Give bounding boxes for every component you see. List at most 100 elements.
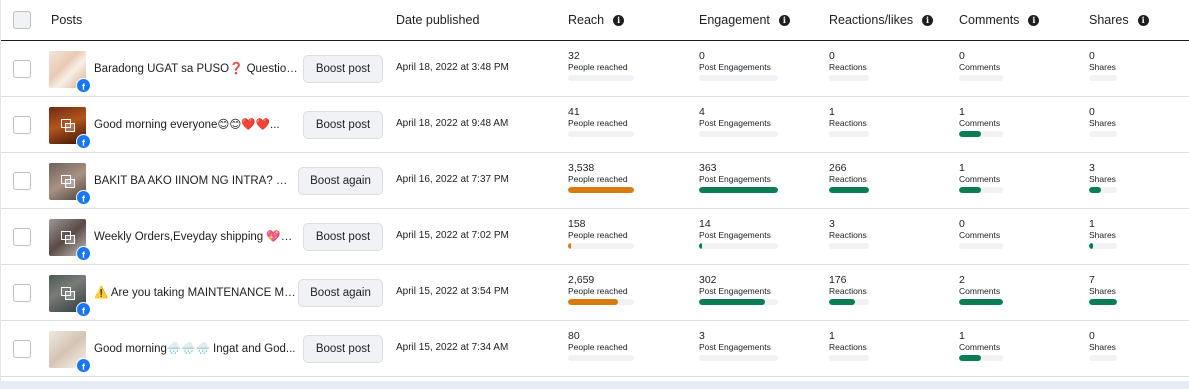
table-row[interactable]: f ⚠️ Are you taking MAINTENANCE ME... Boos… (1, 265, 1189, 321)
post-title[interactable]: Baradong UGAT sa PUSO❓ Question a... (94, 60, 299, 78)
comments-progress-fill (959, 187, 981, 193)
comments-progress-bar (959, 187, 1003, 193)
reach-progress-bar (568, 299, 634, 305)
shares-progress-bar (1089, 131, 1117, 137)
row-checkbox[interactable] (13, 172, 31, 190)
row-checkbox[interactable] (13, 60, 31, 78)
shares-cell: 3 Shares (1089, 162, 1189, 193)
post-title[interactable]: Good morning🌧️🌧️🌧️ Ingat and God... (94, 340, 299, 358)
boost-button[interactable]: Boost post (303, 55, 383, 83)
table-row[interactable]: f BAKIT BA AKO IINOM NG INTRA? 🌿... Boost … (1, 153, 1189, 209)
date-published: April 15, 2022 at 3:54 PM (396, 286, 509, 297)
header-date-published[interactable]: Date published (396, 0, 479, 40)
info-icon[interactable]: i (613, 14, 625, 26)
reactions-progress-fill (829, 299, 856, 305)
post-thumbnail[interactable]: f (49, 51, 91, 93)
reach-cell: 3,538 People reached (568, 162, 668, 193)
reach-progress-bar (568, 355, 634, 361)
shares-cell: 7 Shares (1089, 274, 1189, 305)
reactions-label: Reactions (829, 62, 867, 72)
header-comments[interactable]: Comments i (959, 0, 1040, 40)
row-checkbox[interactable] (13, 340, 31, 358)
reach-cell: 32 People reached (568, 50, 668, 81)
facebook-icon: f (76, 358, 91, 373)
comments-cell: 1 Comments (959, 106, 1059, 137)
engagement-progress-fill (699, 187, 778, 193)
reach-cell: 2,659 People reached (568, 274, 668, 305)
table-row[interactable]: f Good morning everyone😊😊❤️❤️... Boost pos… (1, 97, 1189, 153)
reach-label: People reached (568, 286, 628, 296)
table-row[interactable]: f Good morning🌧️🌧️🌧️ Ingat and God... Boos… (1, 321, 1189, 377)
post-thumbnail[interactable]: f (49, 163, 91, 205)
shares-progress-bar (1089, 355, 1117, 361)
page-footer-strip (0, 381, 1189, 389)
table-header: Posts Date published Reach i Engagement … (1, 0, 1189, 41)
reactions-label: Reactions (829, 230, 867, 240)
info-icon[interactable]: i (778, 14, 790, 26)
info-icon[interactable]: i (1137, 14, 1149, 26)
reactions-label: Reactions (829, 174, 867, 184)
info-icon[interactable]: i (922, 14, 934, 26)
header-reactions[interactable]: Reactions/likes i (829, 0, 934, 40)
date-published: April 15, 2022 at 7:02 PM (396, 230, 509, 241)
reactions-progress-bar (829, 243, 869, 249)
boost-button[interactable]: Boost again (298, 167, 383, 195)
reactions-cell: 0 Reactions (829, 50, 929, 81)
engagement-cell: 302 Post Engagements (699, 274, 799, 305)
table-row[interactable]: f Weekly Orders,Eveyday shipping 💖💖... Boo… (1, 209, 1189, 265)
row-checkbox[interactable] (13, 116, 31, 134)
reactions-cell: 3 Reactions (829, 218, 929, 249)
header-shares-label: Shares (1089, 13, 1129, 27)
shares-progress-bar (1089, 299, 1117, 305)
shares-progress-bar (1089, 187, 1117, 193)
reach-progress-fill (568, 299, 618, 305)
table-row[interactable]: f Baradong UGAT sa PUSO❓ Question a... Boo… (1, 41, 1189, 97)
shares-progress-bar (1089, 75, 1117, 81)
boost-button[interactable]: Boost post (303, 335, 383, 363)
date-published: April 16, 2022 at 7:37 PM (396, 174, 509, 185)
post-thumbnail[interactable]: f (49, 219, 91, 261)
row-checkbox[interactable] (13, 284, 31, 302)
post-title[interactable]: ⚠️ Are you taking MAINTENANCE ME... (94, 284, 299, 302)
comments-cell: 0 Comments (959, 218, 1059, 249)
row-checkbox[interactable] (13, 228, 31, 246)
date-published: April 18, 2022 at 9:48 AM (396, 118, 509, 129)
header-posts-label: Posts (51, 13, 83, 27)
comments-cell: 1 Comments (959, 162, 1059, 193)
engagement-progress-fill (699, 299, 765, 305)
reach-cell: 158 People reached (568, 218, 668, 249)
post-thumbnail[interactable]: f (49, 275, 91, 317)
comments-cell: 1 Comments (959, 330, 1059, 361)
post-title[interactable]: BAKIT BA AKO IINOM NG INTRA? 🌿... (94, 172, 299, 190)
header-reach[interactable]: Reach i (568, 0, 625, 40)
reactions-cell: 1 Reactions (829, 330, 929, 361)
header-shares[interactable]: Shares i (1089, 0, 1149, 40)
shares-label: Shares (1089, 118, 1116, 128)
post-thumbnail[interactable]: f (49, 331, 91, 373)
info-icon[interactable]: i (1028, 14, 1040, 26)
engagement-cell: 363 Post Engagements (699, 162, 799, 193)
engagement-label: Post Engagements (699, 230, 771, 240)
engagement-label: Post Engagements (699, 174, 771, 184)
shares-cell: 0 Shares (1089, 50, 1189, 81)
comments-cell: 2 Comments (959, 274, 1059, 305)
shares-progress-fill (1089, 243, 1093, 249)
boost-button[interactable]: Boost post (303, 223, 383, 251)
comments-progress-bar (959, 131, 1003, 137)
multi-photo-icon-back (65, 291, 75, 300)
post-title[interactable]: Good morning everyone😊😊❤️❤️... (94, 116, 299, 134)
header-posts[interactable]: Posts (51, 0, 82, 40)
header-engagement[interactable]: Engagement i (699, 0, 790, 40)
boost-button[interactable]: Boost post (303, 111, 383, 139)
header-engagement-label: Engagement (699, 13, 770, 27)
reactions-cell: 176 Reactions (829, 274, 929, 305)
select-all-checkbox[interactable] (13, 11, 31, 29)
engagement-progress-bar (699, 75, 778, 81)
reactions-cell: 266 Reactions (829, 162, 929, 193)
header-date-label: Date published (396, 13, 480, 27)
shares-cell: 1 Shares (1089, 218, 1189, 249)
post-thumbnail[interactable]: f (49, 107, 91, 149)
boost-button[interactable]: Boost again (298, 279, 383, 307)
post-title[interactable]: Weekly Orders,Eveyday shipping 💖💖... (94, 228, 299, 246)
date-published: April 18, 2022 at 3:48 PM (396, 62, 509, 73)
